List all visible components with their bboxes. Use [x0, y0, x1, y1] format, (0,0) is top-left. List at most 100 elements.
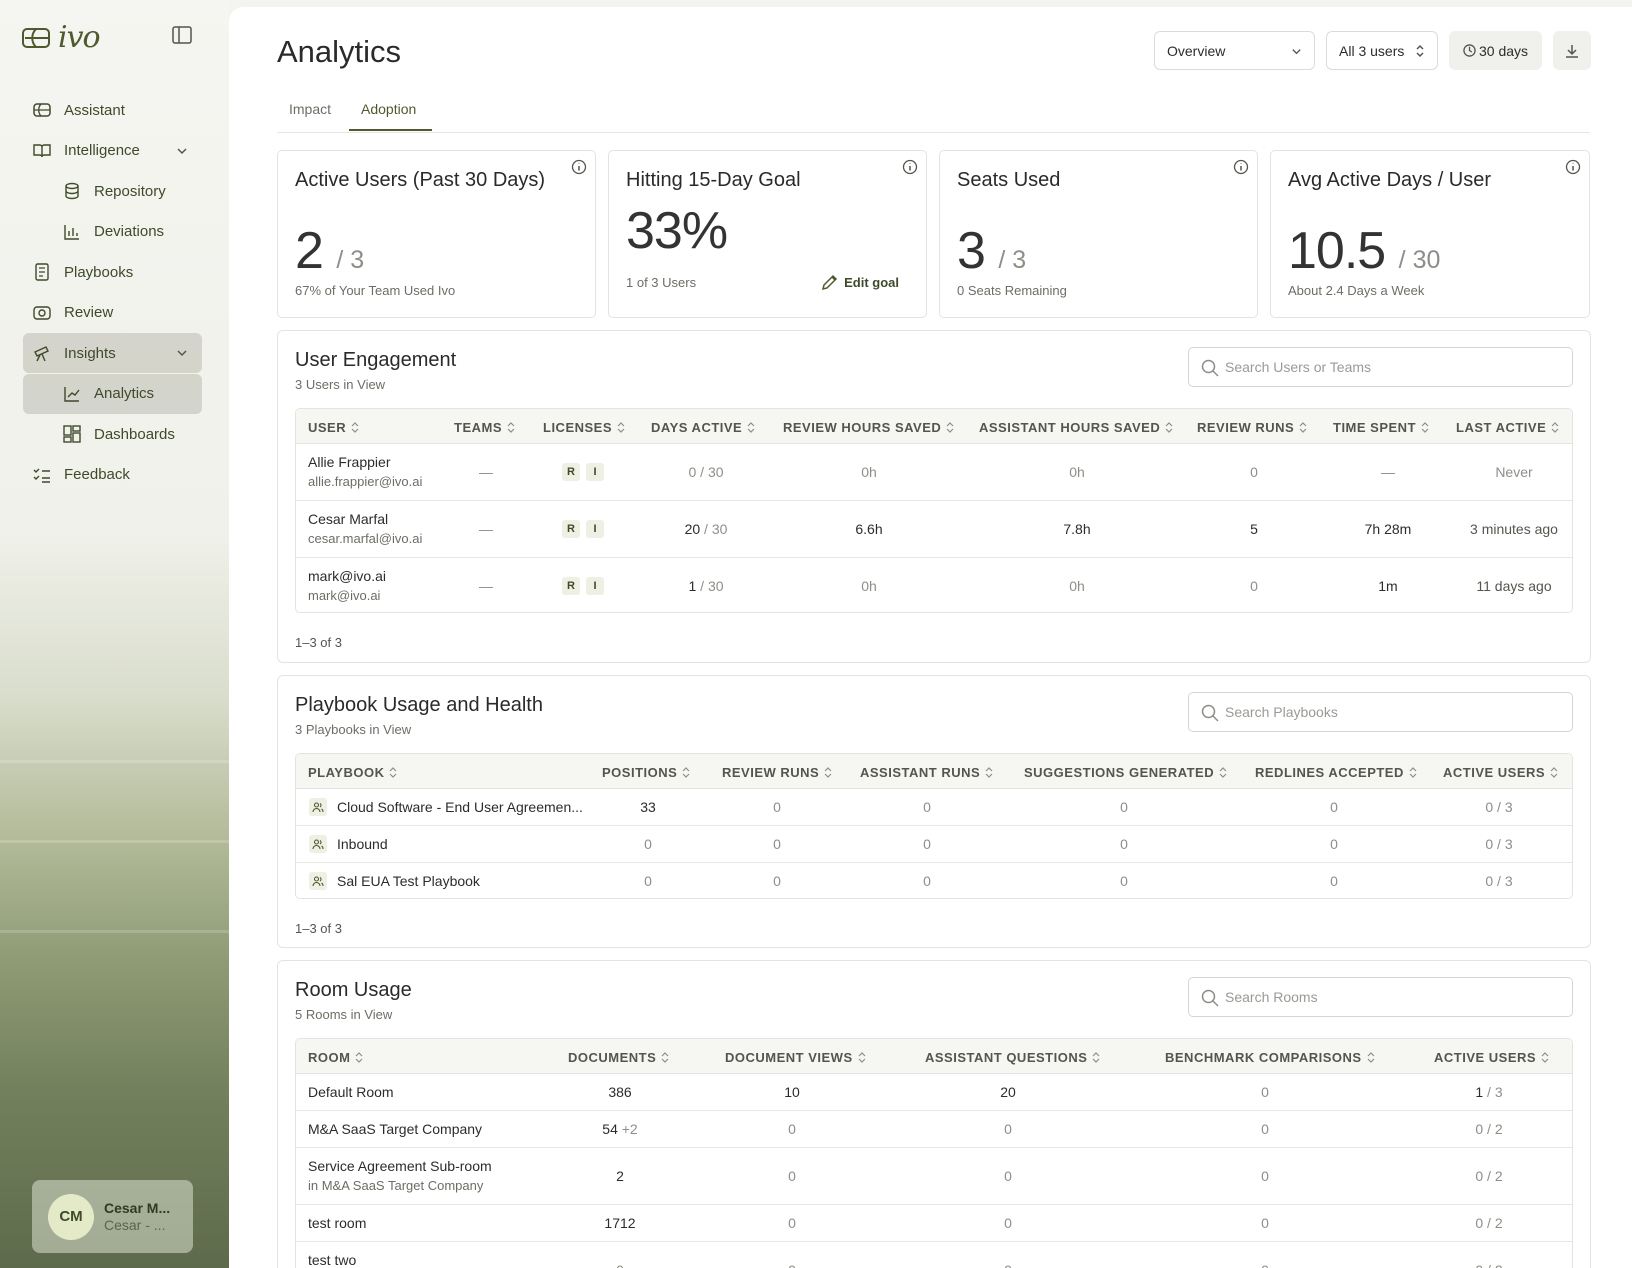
chevron-down-icon[interactable]	[176, 145, 188, 157]
edit-goal-button[interactable]: Edit goal	[821, 273, 899, 291]
column-header-active-users[interactable]: ACTIVE USERS	[1443, 765, 1558, 780]
info-icon[interactable]	[571, 159, 587, 175]
info-icon[interactable]	[902, 159, 918, 175]
column-header-benchmark[interactable]: BENCHMARK COMPARISONS	[1165, 1050, 1375, 1065]
table-row[interactable]: Allie Frappier allie.frappier@ivo.ai — R…	[296, 444, 1572, 501]
metric-card-goal: Hitting 15-Day Goal 33% 1 of 3 Users Edi…	[608, 150, 927, 318]
tab-impact[interactable]: Impact	[289, 101, 331, 117]
collapse-sidebar-icon[interactable]	[172, 26, 192, 44]
last-active-cell: 11 days ago	[1476, 578, 1552, 594]
user-email: allie.frappier@ivo.ai	[308, 474, 423, 489]
column-header-review-hours[interactable]: REVIEW HOURS SAVED	[783, 420, 954, 435]
column-header-assistant-runs[interactable]: ASSISTANT RUNS	[860, 765, 993, 780]
table-row[interactable]: test two 0 0 0 0 0 / 2	[296, 1242, 1572, 1268]
table-row[interactable]: test room 1712 0 0 0 0 / 2	[296, 1205, 1572, 1242]
table-row[interactable]: mark@ivo.ai mark@ivo.ai — RI 1 / 30 0h 0…	[296, 558, 1572, 612]
sidebar-item-review[interactable]: Review	[23, 293, 202, 333]
column-header-assistant-questions[interactable]: ASSISTANT QUESTIONS	[925, 1050, 1100, 1065]
card-value: 10.5	[1288, 222, 1386, 280]
review-runs-cell: 0	[773, 873, 781, 889]
table-row[interactable]: Sal EUA Test Playbook 0 0 0 0 0 0 / 3	[296, 863, 1572, 898]
column-header-licenses[interactable]: LICENSES	[543, 420, 625, 435]
table-row[interactable]: Cesar Marfal cesar.marfal@ivo.ai — RI 20…	[296, 501, 1572, 558]
column-header-review-runs[interactable]: REVIEW RUNS	[1197, 420, 1307, 435]
table-row[interactable]: M&A SaaS Target Company 54 +2 0 0 0 0 / …	[296, 1111, 1572, 1148]
column-header-days-active[interactable]: DAYS ACTIVE	[651, 420, 755, 435]
user-name: Cesar Marfal	[308, 511, 389, 527]
column-header-last-active[interactable]: LAST ACTIVE	[1456, 420, 1559, 435]
sidebar-item-deviations[interactable]: Deviations	[23, 212, 202, 252]
sidebar-item-feedback[interactable]: Feedback	[23, 455, 202, 495]
column-header-positions[interactable]: POSITIONS	[602, 765, 690, 780]
column-header-review-runs[interactable]: REVIEW RUNS	[722, 765, 832, 780]
table-row[interactable]: Service Agreement Sub-room in M&A SaaS T…	[296, 1148, 1572, 1205]
column-header-teams[interactable]: TEAMS	[454, 420, 515, 435]
panel-subtitle: 3 Playbooks in View	[295, 722, 412, 737]
column-header-playbook[interactable]: PLAYBOOK	[308, 765, 397, 780]
bar-chart-icon	[64, 224, 79, 240]
search-placeholder: Search Rooms	[1225, 989, 1318, 1005]
sidebar-item-insights[interactable]: Insights	[23, 333, 202, 373]
search-rooms-input[interactable]: Search Rooms	[1188, 977, 1573, 1017]
users-select[interactable]: All 3 users	[1326, 31, 1438, 70]
sidebar-item-playbooks[interactable]: Playbooks	[23, 252, 202, 292]
search-users-input[interactable]: Search Users or Teams	[1188, 347, 1573, 387]
license-badges: RI	[562, 463, 604, 481]
clock-icon	[1463, 44, 1476, 57]
panel-subtitle: 5 Rooms in View	[295, 1007, 393, 1022]
sidebar-item-label: Deviations	[94, 223, 165, 240]
panel-title: Playbook Usage and Health	[295, 694, 543, 716]
card-title: Seats Used	[957, 169, 1061, 191]
active-users-cell: 0 / 2	[1475, 1262, 1502, 1268]
table-row[interactable]: Default Room 386 10 20 0 1 / 3	[296, 1074, 1572, 1111]
column-header-document-views[interactable]: DOCUMENT VIEWS	[725, 1050, 866, 1065]
sidebar-item-intelligence[interactable]: Intelligence	[23, 131, 202, 171]
search-playbooks-input[interactable]: Search Playbooks	[1188, 692, 1573, 732]
license-badges: RI	[562, 520, 604, 538]
assistant-icon	[33, 103, 51, 117]
column-header-room[interactable]: ROOM	[308, 1050, 363, 1065]
sidebar-item-assistant[interactable]: Assistant	[23, 90, 202, 130]
date-range-button[interactable]: 30 days	[1449, 31, 1542, 70]
table-row[interactable]: Cloud Software - End User Agreemen... 33…	[296, 789, 1572, 826]
info-icon[interactable]	[1565, 159, 1581, 175]
benchmark-cell: 0	[1261, 1215, 1269, 1231]
logo-icon	[22, 27, 50, 48]
card-caption: 1 of 3 Users	[626, 275, 697, 290]
background-texture	[0, 930, 229, 933]
logo-text: ivo	[58, 20, 101, 55]
active-users-cell: 0 / 3	[1485, 836, 1513, 852]
ivo-logo[interactable]: ivo	[22, 20, 101, 55]
review-runs-cell: 0	[773, 799, 781, 815]
column-header-user[interactable]: USER	[308, 420, 359, 435]
sidebar-item-repository[interactable]: Repository	[23, 171, 202, 211]
license-badge: I	[586, 463, 604, 481]
tab-adoption[interactable]: Adoption	[361, 101, 416, 117]
table-row[interactable]: Inbound 0 0 0 0 0 0 / 3	[296, 826, 1572, 863]
column-header-assistant-hours[interactable]: ASSISTANT HOURS SAVED	[979, 420, 1173, 435]
column-header-suggestions[interactable]: SUGGESTIONS GENERATED	[1024, 765, 1227, 780]
download-button[interactable]	[1553, 31, 1591, 70]
view-select[interactable]: Overview	[1154, 31, 1315, 70]
user-menu[interactable]: CM Cesar M... Cesar - ...	[32, 1180, 193, 1253]
team-icon	[309, 872, 327, 890]
sidebar-item-dashboards[interactable]: Dashboards	[23, 414, 202, 454]
card-caption: About 2.4 Days a Week	[1288, 283, 1425, 298]
card-value: 2	[295, 222, 324, 280]
column-header-active-users[interactable]: ACTIVE USERS	[1434, 1050, 1549, 1065]
sidebar-item-analytics[interactable]: Analytics	[23, 373, 202, 414]
avatar: CM	[48, 1193, 94, 1240]
documents-cell: 1712	[604, 1215, 636, 1231]
review-icon	[33, 305, 51, 320]
playbook-usage-panel: Playbook Usage and Health 3 Playbooks in…	[277, 675, 1591, 948]
column-header-time-spent[interactable]: TIME SPENT	[1333, 420, 1429, 435]
telescope-icon	[34, 346, 49, 362]
card-title: Avg Active Days / User	[1288, 169, 1492, 191]
notebook-icon	[35, 263, 49, 281]
last-active-cell: Never	[1495, 464, 1533, 480]
column-header-documents[interactable]: DOCUMENTS	[568, 1050, 669, 1065]
info-icon[interactable]	[1233, 159, 1249, 175]
card-caption: 0 Seats Remaining	[957, 283, 1067, 298]
chevron-down-icon[interactable]	[176, 347, 188, 359]
column-header-redlines[interactable]: REDLINES ACCEPTED	[1255, 765, 1417, 780]
